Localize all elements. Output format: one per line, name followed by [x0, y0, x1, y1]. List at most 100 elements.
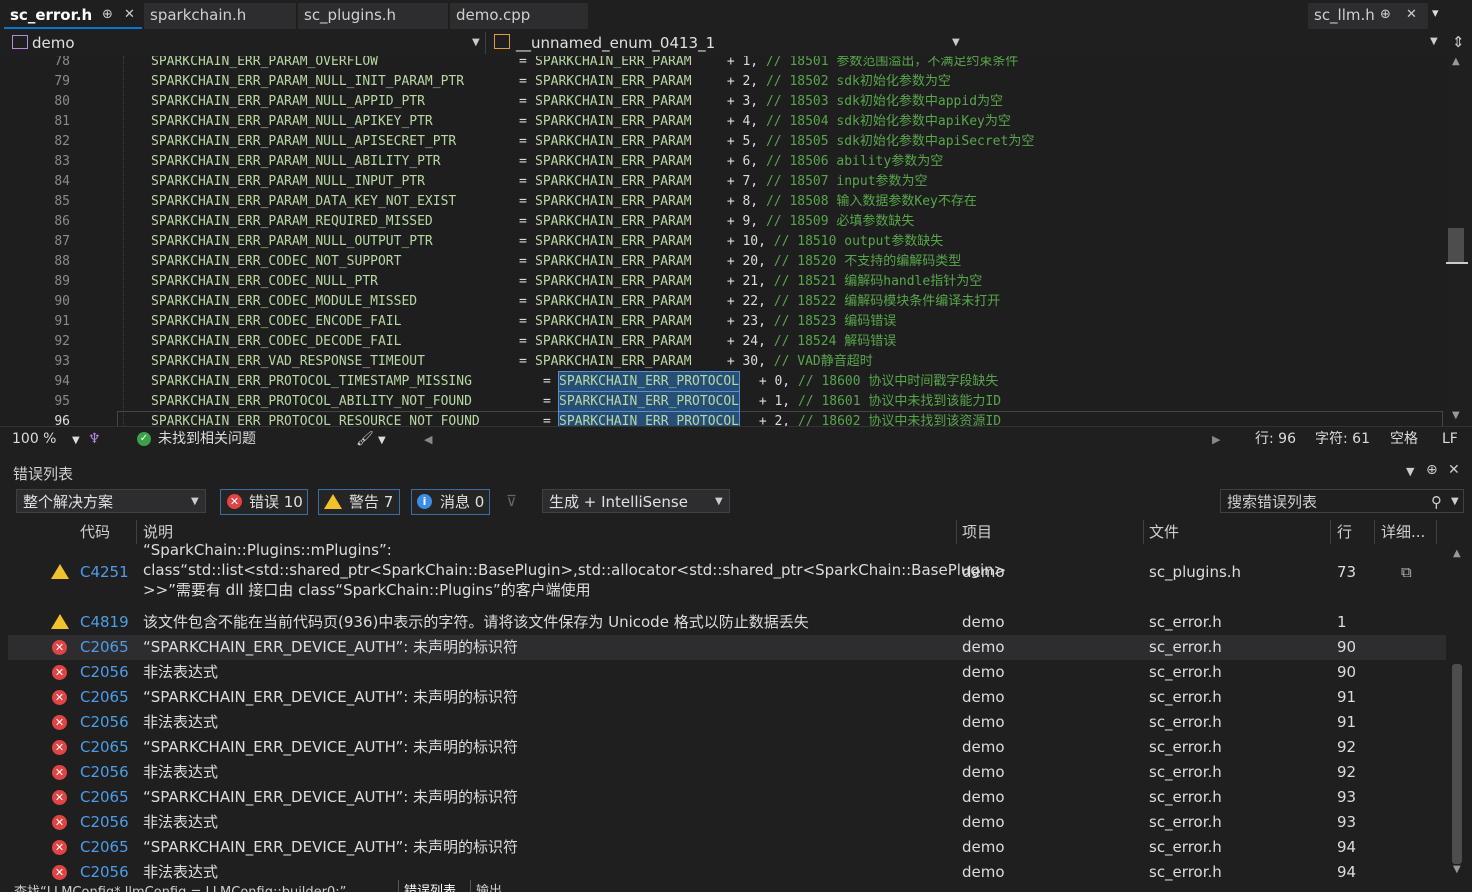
error-row[interactable]: ✕ C2065 “SPARKCHAIN_ERR_DEVICE_AUTH”: 未声明的… [8, 685, 1446, 710]
column-header-code[interactable]: 代码 [80, 520, 110, 544]
issues-status[interactable]: 未找到相关问题 [158, 430, 256, 448]
code-line[interactable]: 80 SPARKCHAIN_ERR_PARAM_NULL_APPID_PTR = SP… [0, 92, 1446, 112]
pin-icon[interactable]: ⊕ [102, 3, 113, 27]
scroll-left-icon[interactable]: ◀ [424, 431, 432, 449]
enum-identifier[interactable]: SPARKCHAIN_ERR_PARAM_NULL_APIKEY_PTR [151, 112, 433, 132]
code-line[interactable]: 91 SPARKCHAIN_ERR_CODEC_ENCODE_FAIL = SPARK… [0, 312, 1446, 332]
code-line[interactable]: 82 SPARKCHAIN_ERR_PARAM_NULL_APISECRET_PT… [0, 132, 1446, 152]
scroll-thumb[interactable] [1452, 664, 1462, 864]
zoom-level[interactable]: 100 % [12, 430, 56, 448]
enum-identifier[interactable]: SPARKCHAIN_ERR_PROTOCOL_RESOURCE_NOT_FOU… [151, 412, 480, 426]
code-line[interactable]: 88 SPARKCHAIN_ERR_CODEC_NOT_SUPPORT = SPARK… [0, 252, 1446, 272]
close-icon[interactable]: ✕ [1448, 462, 1460, 478]
error-row[interactable]: C4251 “SparkChain::Plugins::mPlugins”: cla… [8, 541, 1446, 610]
code-line[interactable]: 94 SPARKCHAIN_ERR_PROTOCOL_TIMESTAMP_MISS… [0, 371, 1446, 393]
member-dropdown-arrow-icon[interactable]: ▼ [1430, 36, 1438, 47]
enum-identifier[interactable]: SPARKCHAIN_ERR_PARAM_OVERFLOW [151, 56, 378, 72]
enum-identifier[interactable]: SPARKCHAIN_ERR_PARAM_NULL_ABILITY_PTR [151, 152, 441, 172]
error-row[interactable]: ✕ C2065 “SPARKCHAIN_ERR_DEVICE_AUTH”: 未声明的… [8, 835, 1446, 860]
error-code-link[interactable]: C2056 [80, 660, 129, 685]
tab-sc-plugins-h[interactable]: sc_plugins.h [298, 3, 448, 29]
enum-identifier[interactable]: SPARKCHAIN_ERR_PROTOCOL_TIMESTAMP_MISSIN… [151, 372, 472, 392]
error-code-link[interactable]: C2065 [80, 685, 129, 710]
enum-identifier[interactable]: SPARKCHAIN_ERR_PARAM_NULL_INPUT_PTR [151, 172, 425, 192]
code-line[interactable]: 83 SPARKCHAIN_ERR_PARAM_NULL_ABILITY_PTR =… [0, 152, 1446, 172]
pin-icon[interactable]: ⊕ [1380, 3, 1391, 27]
enum-identifier[interactable]: SPARKCHAIN_ERR_CODEC_NULL_PTR [151, 272, 378, 292]
code-line[interactable]: 90 SPARKCHAIN_ERR_CODEC_MODULE_MISSED = SPA… [0, 292, 1446, 312]
enum-identifier[interactable]: SPARKCHAIN_ERR_CODEC_DECODE_FAIL [151, 332, 401, 352]
tab-output[interactable]: 输出 [470, 880, 502, 892]
enum-identifier[interactable]: SPARKCHAIN_ERR_CODEC_NOT_SUPPORT [151, 252, 401, 272]
base-constant[interactable]: SPARKCHAIN_ERR_PARAM [535, 112, 692, 132]
enum-identifier[interactable]: SPARKCHAIN_ERR_PARAM_REQUIRED_MISSED [151, 212, 433, 232]
enum-identifier[interactable]: SPARKCHAIN_ERR_PARAM_NULL_APPID_PTR [151, 92, 425, 112]
tab-demo-cpp[interactable]: demo.cpp [450, 3, 588, 29]
chevron-down-icon[interactable]: ▼ [1451, 490, 1459, 514]
chevron-down-icon[interactable]: ▼ [72, 432, 80, 450]
enum-identifier[interactable]: SPARKCHAIN_ERR_PARAM_NULL_APISECRET_PTR [151, 132, 456, 152]
base-constant[interactable]: SPARKCHAIN_ERR_PROTOCOL [557, 371, 741, 393]
code-line[interactable]: 84 SPARKCHAIN_ERR_PARAM_NULL_INPUT_PTR = SP… [0, 172, 1446, 192]
error-code-link[interactable]: C4251 [80, 560, 129, 585]
project-dropdown[interactable]: demo ▼ [12, 33, 484, 53]
code-line[interactable]: 78 SPARKCHAIN_ERR_PARAM_OVERFLOW = SPARKCHA… [0, 56, 1446, 72]
error-code-link[interactable]: C2065 [80, 735, 129, 760]
base-constant[interactable]: SPARKCHAIN_ERR_PARAM [535, 292, 692, 312]
build-filter-dropdown[interactable]: 生成 + IntelliSense ▼ [542, 489, 730, 513]
base-constant[interactable]: SPARKCHAIN_ERR_PARAM [535, 152, 692, 172]
whitespace-mode[interactable]: 空格 [1390, 430, 1418, 448]
error-row[interactable]: C4819 该文件包含不能在当前代码页(936)中表示的字符。请将该文件保存为 U… [8, 610, 1446, 635]
scroll-down-icon[interactable]: ▼ [1453, 864, 1461, 875]
code-line[interactable]: 87 SPARKCHAIN_ERR_PARAM_NULL_OUTPUT_PTR = S… [0, 232, 1446, 252]
editor-vertical-scrollbar[interactable]: ▲ ▼ [1446, 56, 1472, 426]
error-search-input[interactable]: 搜索错误列表 ⚲ ▼ [1220, 489, 1464, 513]
code-line[interactable]: 85 SPARKCHAIN_ERR_PARAM_DATA_KEY_NOT_EXIS… [0, 192, 1446, 212]
error-row[interactable]: ✕ C2065 “SPARKCHAIN_ERR_DEVICE_AUTH”: 未声明的… [8, 635, 1446, 660]
filter-icon[interactable]: ⊽ [506, 492, 517, 510]
line-ending[interactable]: LF [1442, 430, 1458, 448]
tab-sc-error-h[interactable]: sc_error.h ⊕ ✕ [4, 3, 142, 29]
base-constant[interactable]: SPARKCHAIN_ERR_PARAM [535, 56, 692, 72]
tab-sc-llm-h[interactable]: sc_llm.h ⊕ ✕ [1308, 3, 1428, 29]
scope-filter-dropdown[interactable]: 整个解决方案 ▼ [16, 489, 206, 513]
pin-icon[interactable]: ⊕ [1426, 462, 1438, 478]
base-constant[interactable]: SPARKCHAIN_ERR_PARAM [535, 212, 692, 232]
column-header-file[interactable]: 文件 [1149, 520, 1179, 544]
warnings-filter-button[interactable]: 警告 7 [318, 489, 400, 515]
enum-identifier[interactable]: SPARKCHAIN_ERR_PARAM_DATA_KEY_NOT_EXIST [151, 192, 456, 212]
code-line[interactable]: 81 SPARKCHAIN_ERR_PARAM_NULL_APIKEY_PTR = S… [0, 112, 1446, 132]
enum-identifier[interactable]: SPARKCHAIN_ERR_CODEC_MODULE_MISSED [151, 292, 417, 312]
split-window-icon[interactable]: ⇕ [1452, 33, 1465, 51]
code-line[interactable]: 92 SPARKCHAIN_ERR_CODEC_DECODE_FAIL = SPARK… [0, 332, 1446, 352]
code-line[interactable]: 89 SPARKCHAIN_ERR_CODEC_NULL_PTR = SPARKCHA… [0, 272, 1446, 292]
search-icon[interactable]: ⚲ [1431, 490, 1442, 514]
line-indicator[interactable]: 行: 96 [1255, 430, 1296, 448]
chevron-down-icon[interactable]: ▼ [378, 432, 386, 450]
base-constant[interactable]: SPARKCHAIN_ERR_PARAM [535, 332, 692, 352]
tab-find-results[interactable]: 查找“LLMConfig* llmConfig = LLMConfig::bui… [14, 881, 346, 892]
brush-icon[interactable]: 🖌 [356, 430, 374, 448]
enum-identifier[interactable]: SPARKCHAIN_ERR_PARAM_NULL_INIT_PARAM_PTR [151, 72, 464, 92]
scroll-up-icon[interactable]: ▲ [1453, 548, 1461, 559]
error-code-link[interactable]: C2065 [80, 835, 129, 860]
column-indicator[interactable]: 字符: 61 [1315, 430, 1370, 448]
scroll-thumb[interactable] [1448, 228, 1464, 264]
copy-icon[interactable]: ⧉ [1401, 560, 1412, 585]
error-row[interactable]: ✕ C2056 非法表达式 demo sc_error.h 90 [8, 660, 1446, 685]
error-code-link[interactable]: C4819 [80, 610, 129, 635]
error-code-link[interactable]: C2065 [80, 785, 129, 810]
enum-identifier[interactable]: SPARKCHAIN_ERR_PARAM_NULL_OUTPUT_PTR [151, 232, 433, 252]
code-line[interactable]: 96 SPARKCHAIN_ERR_PROTOCOL_RESOURCE_NOT_F… [54, 411, 1443, 426]
scroll-right-icon[interactable]: ▶ [1212, 431, 1220, 449]
error-code-link[interactable]: C2056 [80, 760, 129, 785]
error-code-link[interactable]: C2056 [80, 810, 129, 835]
base-constant[interactable]: SPARKCHAIN_ERR_PROTOCOL [557, 411, 741, 426]
errors-filter-button[interactable]: ✕ 错误 10 [220, 489, 308, 515]
code-line[interactable]: 86 SPARKCHAIN_ERR_PARAM_REQUIRED_MISSED = S… [0, 212, 1446, 232]
scope-dropdown[interactable]: __unnamed_enum_0413_1 ▼ [494, 33, 964, 53]
code-editor[interactable]: 78 SPARKCHAIN_ERR_PARAM_OVERFLOW = SPARKCHA… [0, 56, 1446, 426]
base-constant[interactable]: SPARKCHAIN_ERR_PARAM [535, 72, 692, 92]
base-constant[interactable]: SPARKCHAIN_ERR_PARAM [535, 272, 692, 292]
scroll-down-icon[interactable]: ▼ [1452, 410, 1460, 421]
